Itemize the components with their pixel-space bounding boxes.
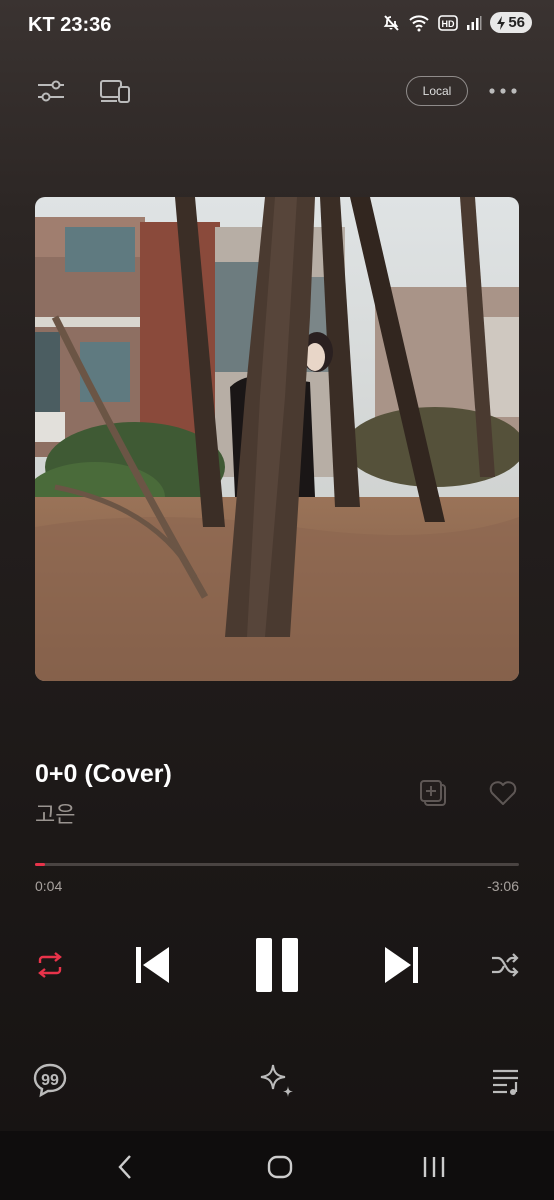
battery-indicator: 56	[490, 12, 532, 33]
add-to-playlist-button[interactable]	[416, 776, 450, 810]
local-button[interactable]: Local	[406, 76, 468, 106]
repeat-icon	[38, 952, 62, 978]
queue-button[interactable]	[488, 1062, 524, 1098]
pause-button[interactable]	[248, 934, 306, 996]
queue-icon	[493, 1069, 518, 1095]
equalizer-button[interactable]	[34, 76, 68, 106]
album-art-image	[35, 197, 519, 681]
mute-icon	[384, 14, 400, 31]
pause-icon	[256, 938, 298, 992]
next-icon	[385, 947, 418, 983]
heart-icon	[489, 781, 517, 805]
previous-button[interactable]	[130, 943, 174, 987]
status-bar: KT 23:36 HD 56	[0, 0, 554, 52]
device-connect-button[interactable]	[98, 76, 132, 106]
more-icon	[489, 88, 517, 94]
wifi-icon	[409, 14, 430, 31]
svg-text:HD: HD	[442, 19, 455, 29]
lyrics-icon: 99	[33, 1063, 67, 1098]
elapsed-time: 0:04	[35, 878, 63, 894]
devices-icon	[100, 80, 130, 103]
artist-name[interactable]: 고은	[35, 797, 75, 829]
add-to-playlist-icon	[420, 780, 446, 806]
lyrics-button[interactable]: 99	[30, 1060, 70, 1100]
album-art[interactable]	[35, 197, 519, 681]
back-button[interactable]	[106, 1151, 144, 1183]
home-button[interactable]	[260, 1151, 300, 1183]
progress-fill	[35, 863, 45, 866]
home-icon	[267, 1155, 293, 1179]
next-button[interactable]	[380, 943, 424, 987]
signal-icon	[467, 15, 482, 30]
like-button[interactable]	[486, 778, 520, 808]
sparkle-icon	[260, 1064, 293, 1097]
back-icon	[118, 1155, 131, 1179]
more-button[interactable]	[486, 80, 520, 102]
system-navigation-bar	[0, 1131, 554, 1200]
song-title: 0+0 (Cover)	[35, 760, 172, 788]
recents-button[interactable]	[414, 1151, 454, 1183]
battery-level: 56	[508, 14, 525, 31]
sparkle-button[interactable]	[256, 1060, 298, 1100]
recents-icon	[423, 1157, 445, 1177]
sliders-icon	[38, 80, 64, 102]
shuffle-icon	[492, 953, 519, 977]
repeat-button[interactable]	[32, 948, 68, 982]
status-icons: HD 56	[382, 12, 532, 33]
svg-text:99: 99	[41, 1072, 59, 1089]
progress-bar[interactable]	[35, 863, 519, 866]
previous-icon	[136, 947, 169, 983]
hd-icon: HD	[438, 14, 459, 31]
remaining-time: -3:06	[487, 878, 519, 894]
shuffle-button[interactable]	[488, 950, 522, 980]
battery-charging-icon	[497, 15, 506, 30]
carrier-time: KT 23:36	[28, 14, 112, 36]
